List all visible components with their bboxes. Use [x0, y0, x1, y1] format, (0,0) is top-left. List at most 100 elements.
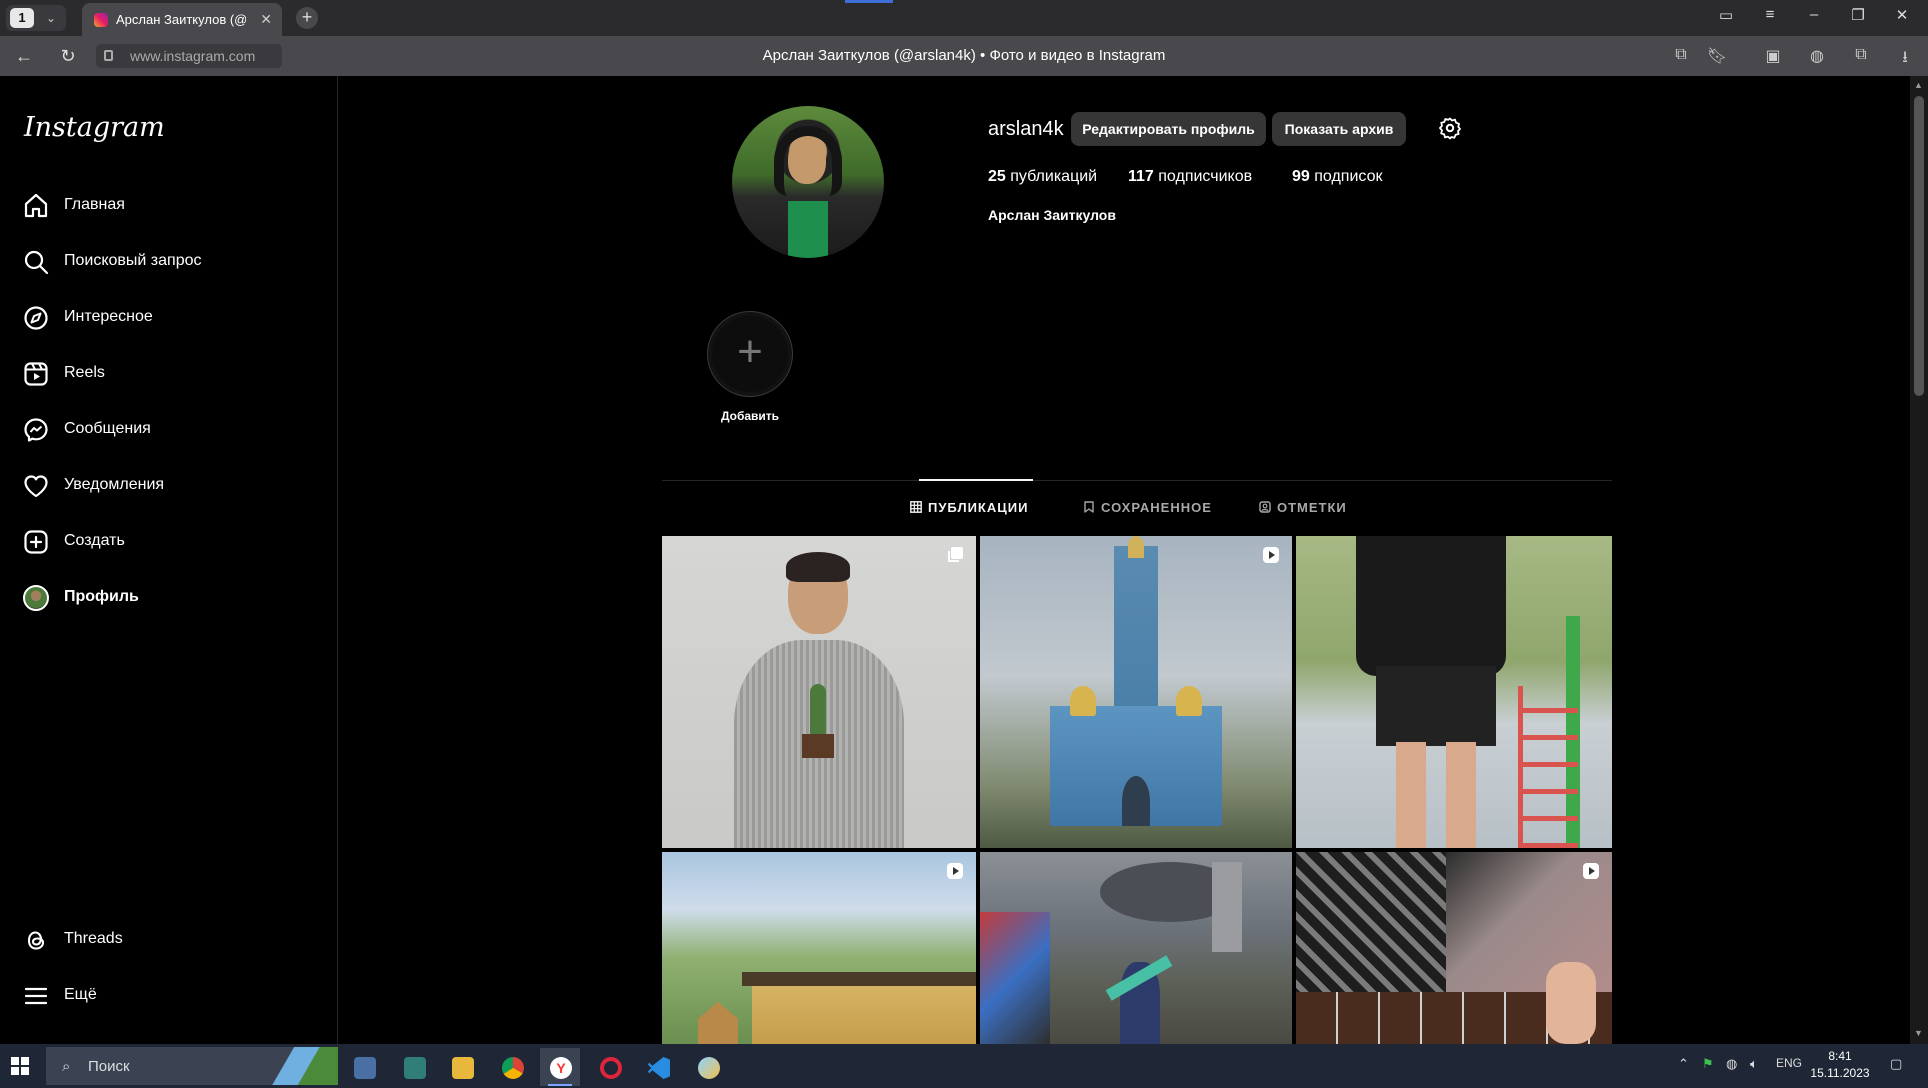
- post-thumbnail[interactable]: [980, 852, 1292, 1044]
- post-thumbnail[interactable]: [662, 852, 976, 1044]
- scroll-thumb[interactable]: [1914, 96, 1924, 396]
- tab-saved[interactable]: СОХРАНЕННОЕ: [1083, 500, 1212, 515]
- avatar-face: [788, 138, 826, 184]
- tray-volume-icon[interactable]: 🔈︎: [1750, 1056, 1758, 1072]
- add-highlight-label: Добавить: [720, 409, 780, 423]
- globe-icon[interactable]: ◍: [1806, 46, 1828, 66]
- photo-church-door: [1122, 776, 1150, 826]
- tab-posts[interactable]: ПУБЛИКАЦИИ: [910, 500, 1028, 515]
- scroll-up-icon[interactable]: ▲: [1914, 80, 1923, 90]
- sidebar-item-search[interactable]: Поисковый запрос: [22, 242, 322, 282]
- photo-dome-right: [1176, 686, 1202, 716]
- add-highlight-button[interactable]: +: [707, 311, 793, 397]
- photo-person-hair: [786, 552, 850, 582]
- taskbar-search[interactable]: ⌕ Поиск: [46, 1047, 338, 1085]
- tray-network-icon[interactable]: ◍: [1726, 1056, 1737, 1072]
- tag-user-icon: [1259, 501, 1271, 513]
- close-window-icon[interactable]: ✕: [1888, 6, 1916, 24]
- avatar: [23, 585, 49, 611]
- terminal-icon: [404, 1057, 426, 1079]
- page-title: Арслан Заиткулов (@arslan4k) • Фото и ви…: [762, 47, 1166, 64]
- post-thumbnail[interactable]: [662, 536, 976, 848]
- tab-tagged[interactable]: ОТМЕТКИ: [1259, 500, 1347, 515]
- sidebar-item-threads[interactable]: Threads: [22, 920, 322, 960]
- taskbar-chrome[interactable]: [492, 1048, 532, 1086]
- edit-profile-button[interactable]: Редактировать профиль: [1071, 112, 1266, 146]
- browser-menu-icon[interactable]: ≡: [1756, 6, 1784, 23]
- collections-icon[interactable]: ▭: [1712, 6, 1740, 24]
- reel-icon: [1583, 863, 1599, 879]
- chevron-down-icon[interactable]: ⌄: [42, 8, 60, 28]
- sidebar-item-more[interactable]: Ещё: [22, 976, 322, 1016]
- paint-icon: [698, 1057, 720, 1079]
- post-thumbnail[interactable]: [1296, 852, 1612, 1044]
- taskbar-file-explorer[interactable]: [442, 1048, 482, 1086]
- post-thumbnail[interactable]: [980, 536, 1292, 848]
- clock-date: 15.11.2023: [1810, 1066, 1870, 1080]
- browser-tab-active[interactable]: Арслан Заиткулов (@arslan4k) ✕: [82, 3, 282, 36]
- tray-clock[interactable]: 8:41 15.11.2023: [1810, 1048, 1870, 1082]
- taskbar-calculator[interactable]: [344, 1048, 384, 1086]
- photo-church-spire: [1128, 536, 1144, 558]
- page-scrollbar[interactable]: ▲ ▼: [1910, 76, 1928, 1044]
- download-icon[interactable]: ⭳: [1894, 46, 1916, 73]
- scroll-down-icon[interactable]: ▼: [1914, 1028, 1923, 1038]
- photo-tower-block: [1212, 862, 1242, 952]
- tray-chevron-icon[interactable]: ⌃: [1678, 1056, 1689, 1072]
- sidebar-item-notifications[interactable]: Уведомления: [22, 466, 322, 506]
- tray-language[interactable]: ENG: [1776, 1056, 1802, 1070]
- carousel-icon: [948, 547, 963, 562]
- post-thumbnail[interactable]: [1296, 536, 1612, 848]
- taskbar-app-extra[interactable]: [688, 1048, 728, 1086]
- taskbar-vscode[interactable]: [638, 1048, 678, 1086]
- profile-username: arslan4k: [988, 118, 1064, 140]
- followers-stat[interactable]: 117 подписчиков: [1128, 168, 1252, 186]
- photo-church-tower: [1114, 546, 1158, 716]
- new-tab-button[interactable]: +: [296, 7, 318, 29]
- followers-label: подписчиков: [1158, 168, 1253, 185]
- heart-icon: [24, 475, 48, 498]
- photo-hand: [1546, 962, 1596, 1044]
- clock-time: 8:41: [1828, 1049, 1852, 1063]
- tab-tagged-label: ОТМЕТКИ: [1277, 500, 1347, 515]
- settings-gear-icon[interactable]: [1438, 116, 1462, 140]
- tab-posts-label: ПУБЛИКАЦИИ: [928, 500, 1029, 515]
- search-icon: ⌕: [62, 1058, 71, 1075]
- sidebar-item-profile[interactable]: Профиль: [22, 578, 322, 618]
- photo-dark-fabric: [1296, 852, 1446, 1002]
- notifications-icon[interactable]: ▢: [1890, 1056, 1902, 1072]
- profile-avatar[interactable]: [732, 106, 884, 258]
- sidebar-item-reels[interactable]: Reels: [22, 354, 322, 394]
- reader-mode-icon[interactable]: ⧉: [1670, 46, 1692, 64]
- sidebar-item-home[interactable]: Главная: [22, 186, 322, 226]
- puzzle-icon[interactable]: ⧉: [1850, 46, 1872, 64]
- plus-square-icon: [24, 530, 48, 554]
- photo-shorts: [1376, 666, 1496, 746]
- extension-icon[interactable]: ▣: [1762, 46, 1784, 66]
- sidebar-item-messages[interactable]: Сообщения: [22, 410, 322, 450]
- vscode-icon: [648, 1057, 670, 1079]
- taskbar-opera[interactable]: [590, 1048, 630, 1086]
- profile-full-name: Арслан Заиткулов: [988, 207, 1116, 223]
- show-archive-button[interactable]: Показать архив: [1272, 112, 1406, 146]
- photo-graffiti-wall: [980, 912, 1050, 1044]
- taskbar-terminal[interactable]: [394, 1048, 434, 1086]
- sidebar-item-create[interactable]: Создать: [22, 522, 322, 562]
- taskbar-yandex-browser[interactable]: Y: [540, 1048, 580, 1086]
- minimize-icon[interactable]: –: [1800, 6, 1828, 23]
- tray-flag-icon[interactable]: ⚑: [1702, 1056, 1714, 1072]
- following-stat[interactable]: 99 подписок: [1292, 168, 1382, 186]
- tab-counter-button[interactable]: 1 ⌄: [6, 5, 66, 31]
- tab-close-icon[interactable]: ✕: [260, 11, 272, 28]
- posts-stat: 25 публикаций: [988, 168, 1097, 186]
- sidebar-item-explore[interactable]: Интересное: [22, 298, 322, 338]
- following-label: подписок: [1314, 168, 1383, 185]
- instagram-logo[interactable]: Instagram: [24, 112, 165, 143]
- windows-start-icon[interactable]: [10, 1056, 30, 1076]
- tab-count-badge: 1: [10, 8, 34, 28]
- bookmark-icon[interactable]: 🔖︎: [1706, 46, 1728, 66]
- bookmark-icon: [1084, 501, 1094, 513]
- posts-label: публикаций: [1010, 168, 1098, 185]
- restore-icon[interactable]: ❐: [1844, 6, 1872, 24]
- sidebar-item-label: Интересное: [64, 308, 153, 325]
